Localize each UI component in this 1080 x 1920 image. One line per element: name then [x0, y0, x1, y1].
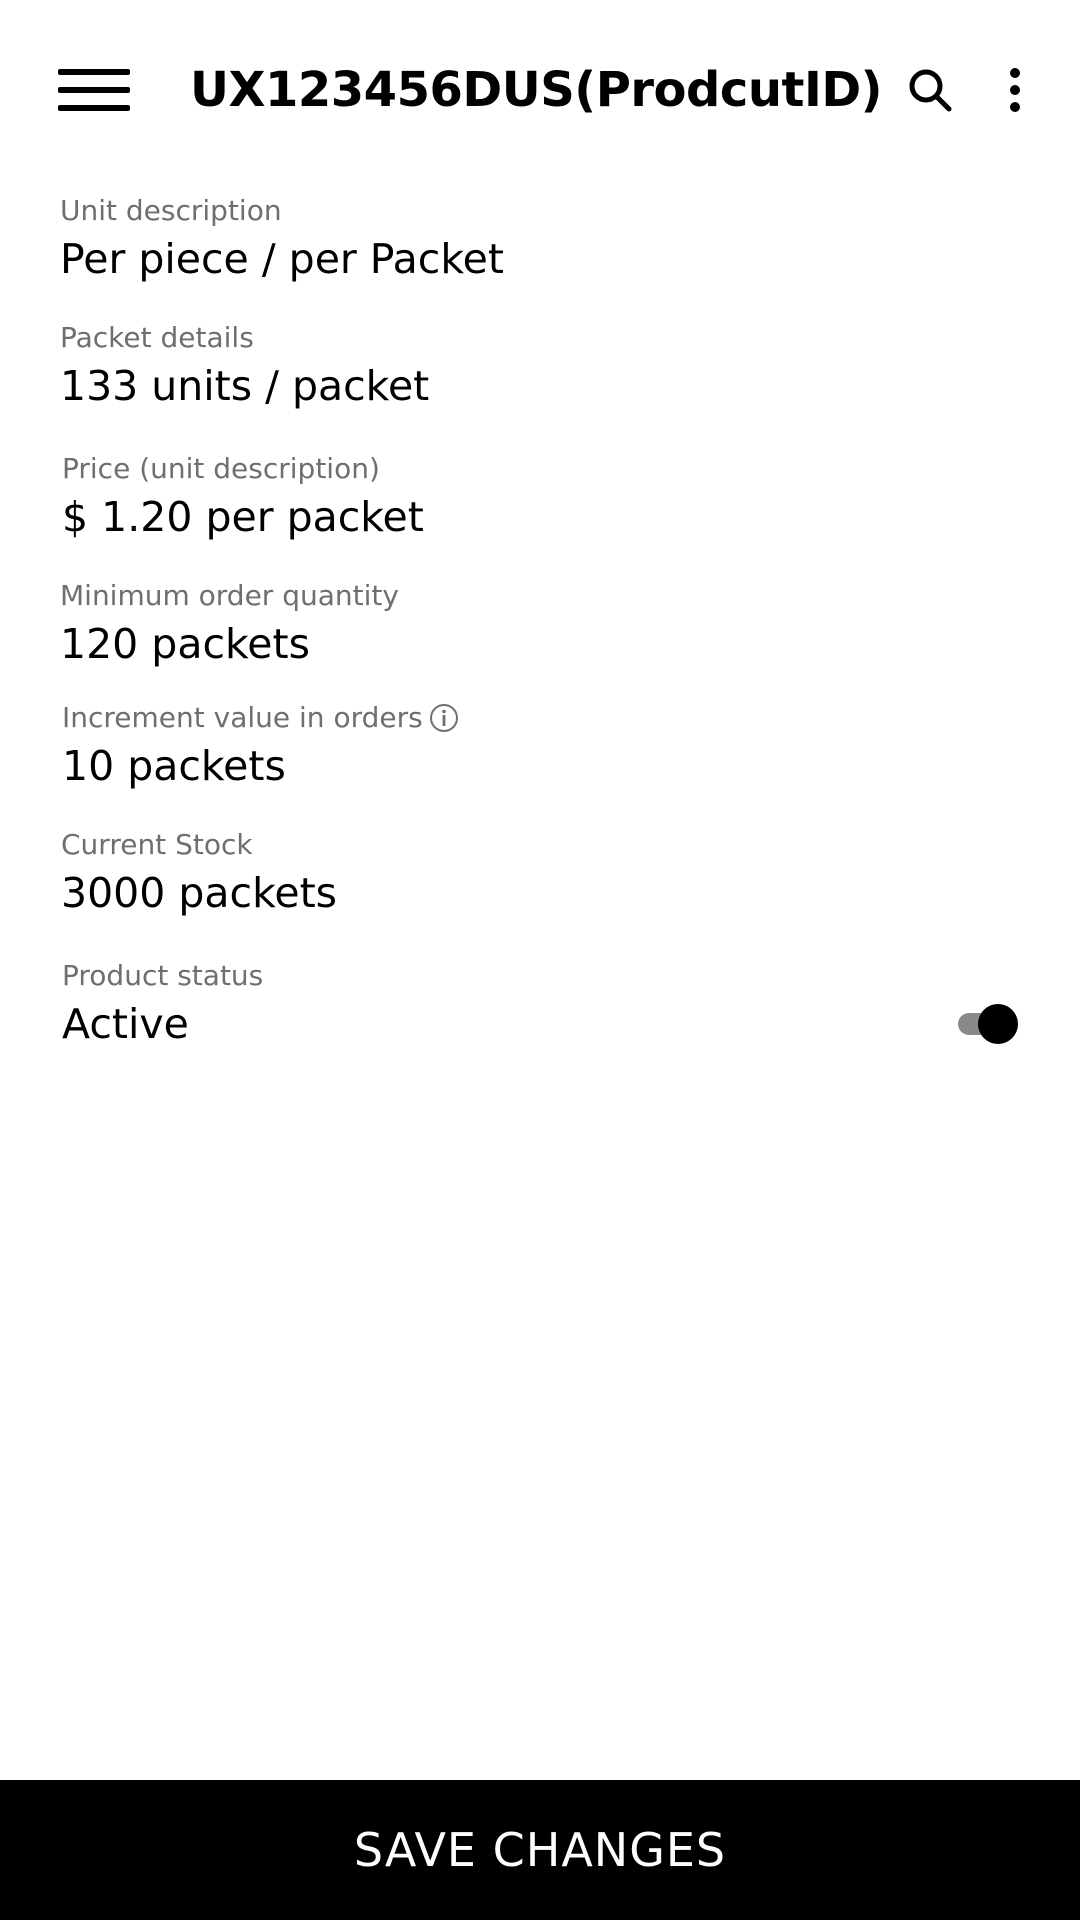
field-label: Packet details	[60, 321, 254, 354]
page-title: UX123456DUS(ProdcutID)	[190, 62, 883, 118]
status-value: Active	[62, 1000, 189, 1048]
product-status-toggle[interactable]	[956, 1003, 1022, 1045]
field-label: Increment value in orders	[62, 700, 459, 736]
field-label: Price (unit description)	[62, 452, 380, 485]
save-changes-button[interactable]: SAVE CHANGES	[0, 1780, 1080, 1920]
toggle-thumb	[978, 1004, 1018, 1044]
more-options-button[interactable]	[975, 50, 1055, 130]
more-vertical-icon	[1010, 68, 1020, 112]
search-button[interactable]	[890, 50, 970, 130]
search-icon	[909, 69, 952, 112]
info-icon[interactable]	[429, 703, 459, 733]
field-value: 120 packets	[60, 620, 310, 668]
field-value: $ 1.20 per packet	[62, 493, 424, 541]
field-label: Minimum order quantity	[60, 579, 399, 612]
field-current-stock[interactable]: Current Stock 3000 packets	[61, 827, 337, 921]
field-unit-description[interactable]: Unit description Per piece / per Packet	[60, 193, 504, 287]
field-label: Unit description	[60, 194, 282, 227]
field-label: Product status	[62, 959, 264, 992]
field-label: Current Stock	[61, 828, 253, 861]
field-value: Per piece / per Packet	[60, 235, 504, 283]
app-bar: UX123456DUS(ProdcutID)	[0, 0, 1080, 180]
field-value: 3000 packets	[61, 869, 338, 917]
field-value: 10 packets	[62, 742, 286, 790]
field-label-text: Increment value in orders	[62, 701, 423, 734]
hamburger-menu-icon	[58, 69, 130, 111]
field-minimum-order-quantity[interactable]: Minimum order quantity 120 packets	[60, 578, 399, 672]
field-value: 133 units / packet	[60, 362, 430, 410]
field-increment-value[interactable]: Increment value in orders 10 packets	[62, 700, 459, 794]
field-product-status: Product status Active	[62, 958, 263, 1052]
menu-button[interactable]	[44, 50, 144, 130]
field-price[interactable]: Price (unit description) $ 1.20 per pack…	[62, 451, 424, 545]
field-packet-details[interactable]: Packet details 133 units / packet	[60, 320, 429, 414]
